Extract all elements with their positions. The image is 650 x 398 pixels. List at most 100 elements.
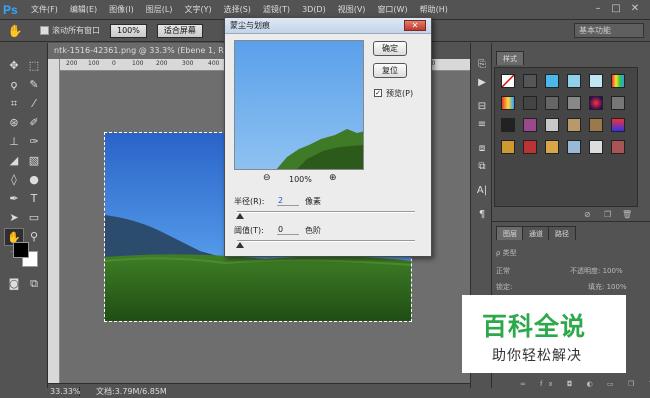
brush-tool-icon[interactable]: ✐ bbox=[24, 114, 44, 132]
menu-file[interactable]: 文件(F) bbox=[25, 4, 64, 15]
threshold-input[interactable]: 0 bbox=[277, 224, 299, 235]
tab-channels[interactable]: 通道 bbox=[522, 226, 550, 240]
dialog-title: 蒙尘与划痕 bbox=[225, 18, 431, 34]
fill-control[interactable]: 填充: 100% bbox=[588, 282, 627, 292]
style-swatch[interactable] bbox=[501, 140, 515, 154]
opacity-control[interactable]: 不透明度: 100% bbox=[570, 266, 623, 276]
healing-tool-icon[interactable]: ⊛ bbox=[4, 114, 24, 132]
shape-tool-icon[interactable]: ▭ bbox=[24, 209, 44, 227]
reset-button[interactable]: 复位 bbox=[373, 63, 407, 78]
radius-slider[interactable] bbox=[237, 211, 415, 213]
eraser-tool-icon[interactable]: ◢ bbox=[4, 152, 24, 170]
style-swatch[interactable] bbox=[611, 96, 625, 110]
lasso-tool-icon[interactable]: ϙ bbox=[4, 76, 24, 94]
radius-input[interactable]: 2 bbox=[277, 195, 299, 206]
character-icon[interactable]: A| bbox=[474, 183, 490, 199]
quick-mask-icon[interactable]: ◙ bbox=[4, 275, 24, 293]
style-swatch[interactable] bbox=[589, 140, 603, 154]
style-swatch[interactable] bbox=[611, 140, 625, 154]
style-swatch[interactable] bbox=[501, 96, 515, 110]
workspace-select[interactable]: 基本功能 bbox=[574, 23, 644, 38]
status-zoom[interactable]: 33.33% bbox=[48, 386, 81, 396]
quick-select-tool-icon[interactable]: ✎ bbox=[24, 76, 44, 94]
paragraph-icon[interactable]: ¶ bbox=[474, 207, 490, 223]
menu-layer[interactable]: 图层(L) bbox=[140, 4, 179, 15]
style-swatch[interactable] bbox=[567, 96, 581, 110]
menu-image[interactable]: 图像(I) bbox=[103, 4, 140, 15]
eyedropper-tool-icon[interactable]: ⁄ bbox=[24, 95, 44, 113]
fit-screen-button[interactable]: 适合屏幕 bbox=[156, 23, 203, 38]
menu-edit[interactable]: 编辑(E) bbox=[64, 4, 103, 15]
history-brush-tool-icon[interactable]: ✑ bbox=[24, 133, 44, 151]
blend-mode-select[interactable]: 正常 bbox=[496, 266, 510, 276]
menu-window[interactable]: 窗口(W) bbox=[371, 4, 413, 15]
style-swatch[interactable] bbox=[545, 74, 559, 88]
menu-view[interactable]: 视图(V) bbox=[332, 4, 372, 15]
style-swatch[interactable] bbox=[589, 118, 603, 132]
adjustments-icon[interactable]: ⊟ bbox=[474, 99, 490, 115]
layer-filter-row[interactable]: ⍴ 类型 bbox=[496, 248, 517, 258]
style-swatch[interactable] bbox=[523, 96, 537, 110]
scroll-all-checkbox[interactable] bbox=[40, 26, 49, 35]
style-swatch[interactable] bbox=[523, 118, 537, 132]
style-swatch[interactable] bbox=[545, 140, 559, 154]
gradient-tool-icon[interactable]: ▧ bbox=[24, 152, 44, 170]
style-none-swatch[interactable] bbox=[501, 74, 515, 88]
preview-checkbox[interactable]: ✓ bbox=[374, 89, 382, 97]
threshold-slider[interactable] bbox=[237, 240, 415, 242]
style-swatch[interactable] bbox=[523, 140, 537, 154]
menu-help[interactable]: 帮助(H) bbox=[414, 4, 454, 15]
style-swatch[interactable] bbox=[567, 140, 581, 154]
menu-select[interactable]: 选择(S) bbox=[218, 4, 257, 15]
style-swatch[interactable] bbox=[545, 118, 559, 132]
dodge-tool-icon[interactable]: ● bbox=[24, 171, 44, 189]
ok-button[interactable]: 确定 bbox=[373, 41, 407, 56]
new-style-icon[interactable]: ❐ bbox=[604, 210, 611, 219]
dialog-close-button[interactable]: ✕ bbox=[404, 20, 426, 31]
menu-filter[interactable]: 滤镜(T) bbox=[257, 4, 296, 15]
layer-actions-icons[interactable]: ∞ fx ◘ ◐ ▭ ❐ 🗑 bbox=[520, 380, 650, 388]
radius-slider-thumb[interactable] bbox=[236, 213, 244, 219]
threshold-slider-thumb[interactable] bbox=[236, 242, 244, 248]
tab-paths[interactable]: 路径 bbox=[548, 226, 576, 240]
zoom-100-button[interactable]: 100% bbox=[110, 23, 147, 38]
close-icon[interactable]: ✕ bbox=[628, 2, 642, 16]
menu-3d[interactable]: 3D(D) bbox=[296, 5, 332, 14]
styles-tab[interactable]: 样式 bbox=[496, 51, 524, 65]
zoom-in-icon[interactable]: ⊕ bbox=[329, 173, 337, 183]
move-tool-icon[interactable]: ✥ bbox=[4, 57, 24, 75]
type-tool-icon[interactable]: T bbox=[24, 190, 44, 208]
blur-tool-icon[interactable]: ◊ bbox=[4, 171, 24, 189]
style-swatch[interactable] bbox=[589, 74, 603, 88]
document-tab[interactable]: ntk-1516-42361.png @ 33.3% (Ebene 1, RGB… bbox=[48, 43, 248, 59]
menu-type[interactable]: 文字(Y) bbox=[178, 4, 217, 15]
actions-play-icon[interactable]: ▶ bbox=[474, 75, 490, 91]
path-select-tool-icon[interactable]: ➤ bbox=[4, 209, 24, 227]
marquee-tool-icon[interactable]: ⬚ bbox=[24, 57, 44, 75]
style-swatch[interactable] bbox=[523, 74, 537, 88]
crop-tool-icon[interactable]: ⌗ bbox=[4, 95, 24, 113]
properties-icon[interactable]: ≡ bbox=[474, 117, 490, 133]
vertical-ruler bbox=[48, 59, 60, 383]
history-icon[interactable]: ⎘ bbox=[474, 57, 490, 73]
stamp-tool-icon[interactable]: ⊥ bbox=[4, 133, 24, 151]
screen-mode-icon[interactable]: ⧉ bbox=[24, 275, 44, 293]
zoom-out-icon[interactable]: ⊖ bbox=[263, 173, 271, 183]
swatches-icon[interactable]: ⧈ bbox=[474, 141, 490, 157]
foreground-color-swatch[interactable] bbox=[13, 242, 29, 258]
style-swatch[interactable] bbox=[567, 118, 581, 132]
maximize-icon[interactable]: □ bbox=[609, 2, 623, 16]
tab-layers[interactable]: 图层 bbox=[496, 226, 524, 240]
delete-style-icon[interactable]: 🗑 bbox=[622, 210, 632, 219]
style-swatch[interactable] bbox=[589, 96, 603, 110]
filter-preview[interactable] bbox=[234, 40, 364, 170]
pen-tool-icon[interactable]: ✒ bbox=[4, 190, 24, 208]
style-swatch[interactable] bbox=[501, 118, 515, 132]
style-swatch[interactable] bbox=[611, 74, 625, 88]
style-swatch[interactable] bbox=[545, 96, 559, 110]
style-swatch[interactable] bbox=[611, 118, 625, 132]
clone-source-icon[interactable]: ⧉ bbox=[474, 159, 490, 175]
minimize-icon[interactable]: – bbox=[591, 2, 605, 16]
no-style-icon[interactable]: ⊘ bbox=[584, 210, 591, 219]
style-swatch[interactable] bbox=[567, 74, 581, 88]
